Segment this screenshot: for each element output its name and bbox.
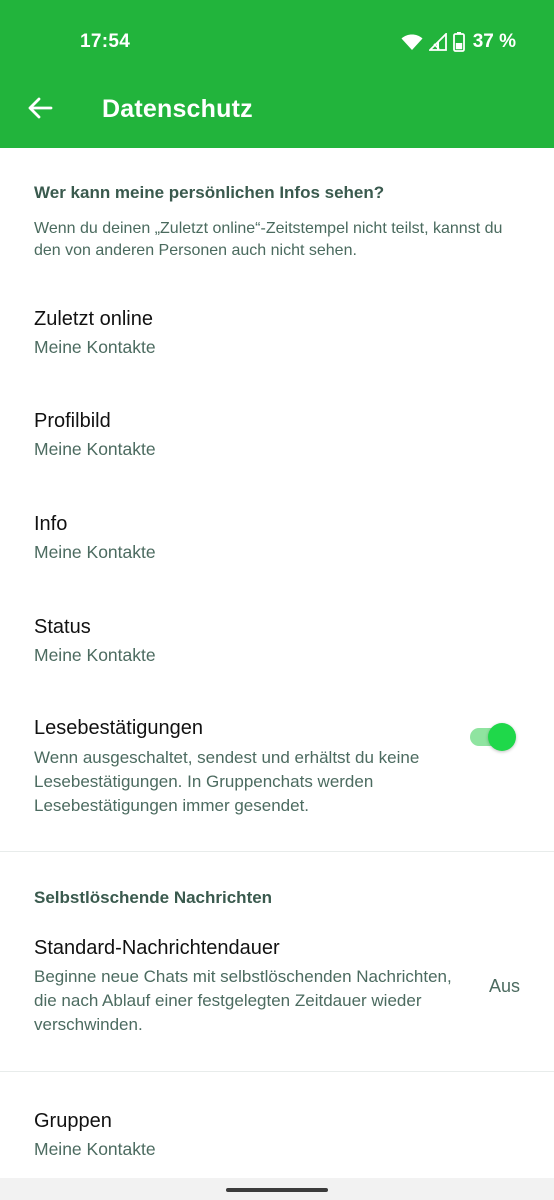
setting-last-seen[interactable]: Zuletzt online Meine Kontakte <box>0 278 554 378</box>
app-bar: 17:54 37 % Datenschutz <box>0 0 554 148</box>
home-gesture-handle[interactable] <box>226 1188 328 1192</box>
setting-value: Meine Kontakte <box>34 645 156 665</box>
arrow-left-icon <box>27 97 53 124</box>
setting-title: Gruppen <box>34 1110 112 1132</box>
section-header-personal: Wer kann meine persönlichen Infos sehen? <box>34 183 385 202</box>
setting-desc: Beginne neue Chats mit selbstlöschenden … <box>34 967 452 1034</box>
back-button[interactable] <box>22 92 58 128</box>
toggle-thumb <box>488 723 516 751</box>
read-receipts-toggle[interactable] <box>470 722 518 751</box>
navigation-bar <box>0 1178 554 1200</box>
page-title: Datenschutz <box>102 95 253 123</box>
setting-title: Status <box>34 616 91 638</box>
setting-read-receipts[interactable]: Lesebestätigungen Wenn ausgeschaltet, se… <box>0 688 554 848</box>
signal-icon <box>428 33 447 51</box>
setting-status[interactable]: Status Meine Kontakte <box>0 585 554 685</box>
setting-title: Info <box>34 513 68 535</box>
setting-value: Aus <box>488 976 520 996</box>
setting-title: Lesebestätigungen <box>34 717 204 739</box>
setting-value: Meine Kontakte <box>34 1139 156 1159</box>
wifi-icon <box>401 33 423 51</box>
setting-value: Meine Kontakte <box>34 542 156 562</box>
section-desc-personal: Wenn du deinen „Zuletzt online“-Zeitstem… <box>34 220 503 259</box>
setting-title: Standard-Nachrichtendauer <box>34 937 280 959</box>
setting-desc: Wenn ausgeschaltet, sendest und erhältst… <box>34 748 420 815</box>
setting-title: Zuletzt online <box>34 308 153 330</box>
battery-icon <box>452 32 465 52</box>
setting-groups[interactable]: Gruppen Meine Kontakte <box>0 1080 554 1178</box>
setting-title: Profilbild <box>34 410 111 432</box>
section-header-disappearing: Selbstlöschende Nachrichten <box>34 888 273 907</box>
setting-value: Meine Kontakte <box>34 439 156 459</box>
status-bar: 17:54 37 % <box>0 0 554 84</box>
battery-percent: 37 % <box>472 31 516 52</box>
setting-about[interactable]: Info Meine Kontakte <box>0 482 554 582</box>
setting-default-timer[interactable]: Standard-Nachrichtendauer Beginne neue C… <box>0 918 554 1068</box>
system-icons: 37 % <box>401 30 516 54</box>
setting-value: Meine Kontakte <box>34 337 156 357</box>
divider <box>0 1071 554 1072</box>
status-time: 17:54 <box>80 31 131 52</box>
divider <box>0 851 554 852</box>
setting-profile-photo[interactable]: Profilbild Meine Kontakte <box>0 380 554 480</box>
privacy-settings-list: Wer kann meine persönlichen Infos sehen?… <box>0 148 554 1178</box>
